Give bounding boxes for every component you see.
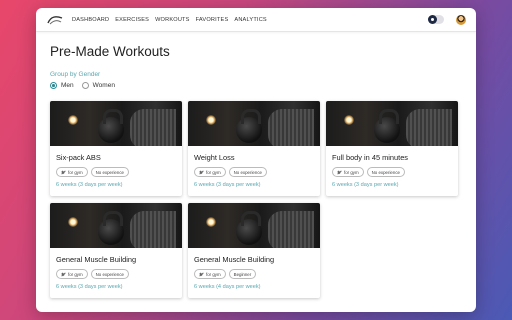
- kettlebell-icon: [236, 211, 262, 245]
- dumbbell-icon: [337, 170, 342, 175]
- nav-link-workouts[interactable]: WORKOUTS: [155, 17, 190, 23]
- workout-duration: 6 weeks (3 days per week): [56, 284, 123, 290]
- mat-roll: [130, 109, 176, 146]
- kettlebell-icon: [98, 211, 124, 245]
- nav-link-favorites[interactable]: FAVORITES: [196, 17, 229, 23]
- dumbbell-icon: [199, 170, 204, 175]
- lamp-light: [206, 217, 216, 227]
- radio-men-label: Men: [61, 82, 74, 89]
- workout-card[interactable]: Six-pack ABS for gym No experience 6 wee…: [50, 101, 182, 196]
- radio-women-indicator[interactable]: [81, 82, 89, 89]
- dumbbell-icon: [199, 272, 204, 277]
- mat-roll: [130, 211, 176, 248]
- nav-links: DASHBOARD EXERCISES WORKOUTS FAVORITES A…: [72, 17, 267, 23]
- radio-men-indicator[interactable]: [50, 82, 57, 89]
- workout-image: [188, 101, 320, 146]
- tag-level-label: No experience: [233, 169, 262, 175]
- workout-title: General Muscle Building: [56, 255, 137, 264]
- nav-link-dashboard[interactable]: DASHBOARD: [72, 17, 109, 23]
- tag-gym: for gym: [332, 167, 364, 177]
- lamp-light: [68, 217, 78, 227]
- lamp-light: [206, 115, 216, 125]
- nav-link-analytics[interactable]: ANALYTICS: [234, 17, 266, 23]
- workout-tags: for gym No experience: [56, 269, 176, 279]
- logo-icon[interactable]: [46, 14, 64, 26]
- gender-radio-group: Men Women: [50, 82, 462, 89]
- workout-card[interactable]: General Muscle Building for gym No exper…: [50, 203, 182, 298]
- tag-gym-label: for gym: [206, 169, 221, 175]
- nav-right: [428, 14, 466, 25]
- dumbbell-icon: [61, 272, 66, 277]
- tag-level-label: No experience: [371, 169, 400, 175]
- toggle-knob: [428, 15, 437, 24]
- top-navbar: DASHBOARD EXERCISES WORKOUTS FAVORITES A…: [36, 8, 476, 32]
- workout-image: [50, 101, 182, 146]
- tag-level-label: No experience: [95, 169, 124, 175]
- workout-image: [50, 203, 182, 248]
- main-content: Pre-Made Workouts Group by Gender Men Wo…: [36, 32, 476, 101]
- workout-duration: 6 weeks (3 days per week): [332, 182, 399, 188]
- nav-link-exercises[interactable]: EXERCISES: [115, 17, 149, 23]
- workout-duration: 6 weeks (3 days per week): [56, 182, 123, 188]
- tag-level-label: No experience: [95, 271, 124, 277]
- workout-tags: for gym No experience: [332, 167, 452, 177]
- workout-duration: 6 weeks (4 days per week): [194, 284, 261, 290]
- theme-toggle[interactable]: [428, 15, 444, 24]
- tag-level: No experience: [90, 167, 129, 177]
- page-title: Pre-Made Workouts: [50, 44, 170, 59]
- tag-level: No experience: [90, 269, 129, 279]
- workout-title: Weight Loss: [194, 153, 235, 162]
- workout-card[interactable]: Full body in 45 minutes for gym No exper…: [326, 101, 458, 196]
- lamp-light: [68, 115, 78, 125]
- tag-level: No experience: [228, 167, 267, 177]
- radio-women-label: Women: [92, 82, 115, 89]
- tag-gym-label: for gym: [344, 169, 359, 175]
- kettlebell-icon: [98, 109, 124, 143]
- tag-gym-label: for gym: [68, 271, 83, 277]
- tag-gym: for gym: [56, 167, 88, 177]
- dumbbell-icon: [61, 170, 66, 175]
- radio-women[interactable]: Women: [81, 82, 115, 89]
- tag-gym: for gym: [194, 269, 226, 279]
- workout-title: Full body in 45 minutes: [332, 153, 408, 162]
- workout-tags: for gym No experience: [56, 167, 176, 177]
- kettlebell-icon: [374, 109, 400, 143]
- workout-card[interactable]: Weight Loss for gym No experience 6 week…: [188, 101, 320, 196]
- workout-title: General Muscle Building: [194, 255, 275, 264]
- radio-men[interactable]: Men: [50, 82, 74, 89]
- tag-gym-label: for gym: [68, 169, 83, 175]
- app-window: DASHBOARD EXERCISES WORKOUTS FAVORITES A…: [36, 8, 476, 312]
- group-by-label: Group by Gender: [50, 71, 101, 78]
- tag-level: Beginner: [228, 269, 257, 279]
- workout-tags: for gym Beginner: [194, 269, 314, 279]
- workout-title: Six-pack ABS: [56, 153, 101, 162]
- tag-level: No experience: [366, 167, 405, 177]
- user-avatar[interactable]: [456, 14, 466, 25]
- kettlebell-icon: [236, 109, 262, 143]
- lamp-light: [344, 115, 354, 125]
- tag-level-label: Beginner: [233, 271, 252, 277]
- tag-gym-label: for gym: [206, 271, 221, 277]
- tag-gym: for gym: [194, 167, 226, 177]
- workout-image: [326, 101, 458, 146]
- tag-gym: for gym: [56, 269, 88, 279]
- workout-image: [188, 203, 320, 248]
- workout-duration: 6 weeks (3 days per week): [194, 182, 261, 188]
- mat-roll: [268, 211, 314, 248]
- workout-card[interactable]: General Muscle Building for gym Beginner…: [188, 203, 320, 298]
- mat-roll: [406, 109, 452, 146]
- workout-tags: for gym No experience: [194, 167, 314, 177]
- mat-roll: [268, 109, 314, 146]
